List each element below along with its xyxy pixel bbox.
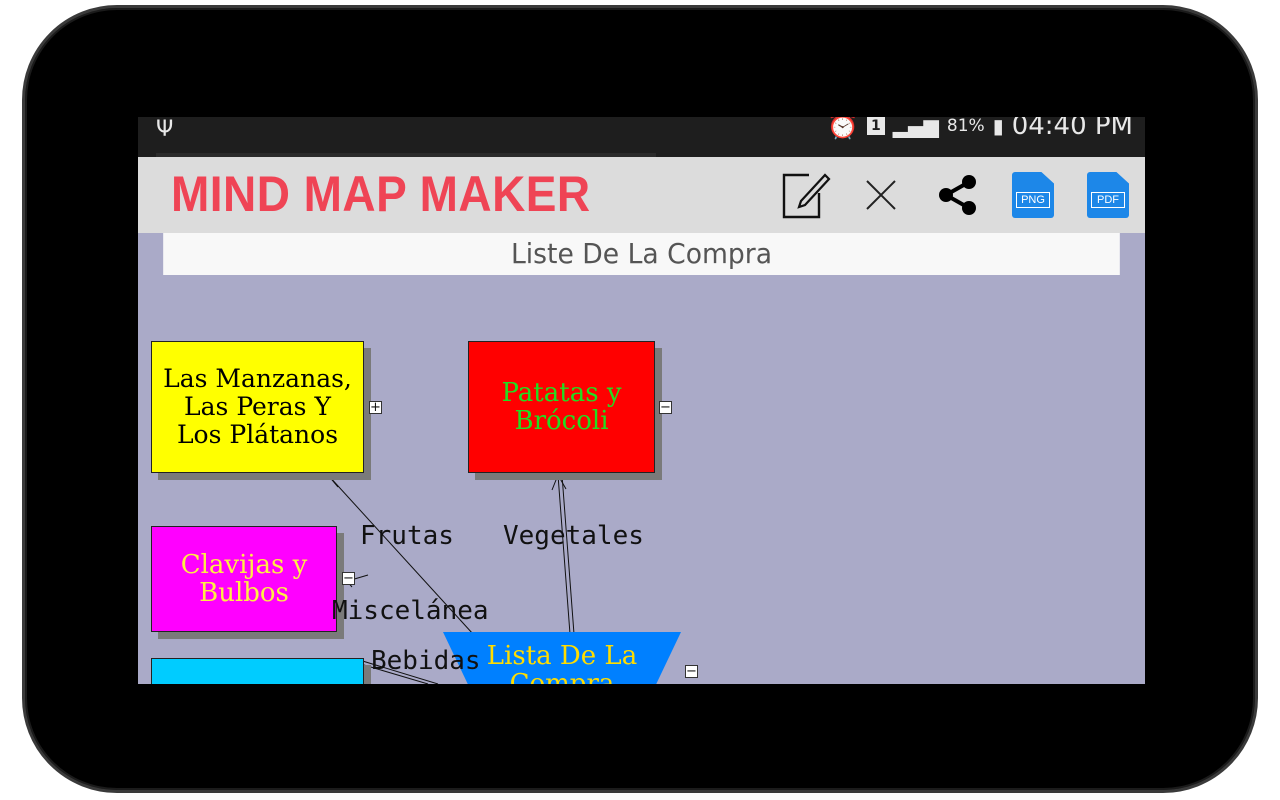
collapse-toggle-misc[interactable]: − [342, 572, 355, 585]
share-icon [939, 175, 976, 215]
png-file-icon: PNG [1012, 172, 1054, 218]
close-icon [866, 180, 896, 210]
app-toolbar: MIND MAP MAKER PNG PDF [138, 157, 1145, 233]
png-label: PNG [1016, 192, 1050, 208]
edge-label-miscelanea: Miscelánea [332, 596, 489, 626]
alarm-icon: ⏰ [826, 117, 859, 141]
battery-charging-icon: ▮ [992, 117, 1004, 138]
edit-button[interactable] [779, 169, 831, 221]
node-fruit[interactable]: Las Manzanas, Las Peras Y Los Plátanos [151, 341, 364, 473]
expand-toggle-fruit[interactable]: + [369, 401, 382, 414]
collapse-toggle-veg[interactable]: − [659, 401, 672, 414]
node-drinks[interactable] [151, 658, 364, 684]
export-pdf-button[interactable]: PDF [1082, 169, 1134, 221]
node-veg-text: Patatas y Brócoli [501, 378, 622, 436]
status-right: ⏰ 1 ▂▄▆ 81% ▮ 04:40 PM [827, 117, 1133, 141]
mindmap-canvas[interactable]: Las Manzanas, Las Peras Y Los Plátanos +… [138, 275, 1145, 684]
edge-label-bebidas: Bebidas [371, 646, 481, 676]
node-misc[interactable]: Clavijas y Bulbos [151, 526, 337, 632]
app-screen: Ψ ⏰ 1 ▂▄▆ 81% ▮ 04:40 PM MIND MAP MAKER [138, 117, 1145, 684]
clock: 04:40 PM [1011, 117, 1133, 141]
sim-icon: 1 [866, 117, 885, 135]
pdf-file-icon: PDF [1087, 172, 1129, 218]
connector-root-veg [557, 474, 575, 635]
document-title: Liste De La Compra [163, 233, 1120, 275]
app-title: MIND MAP MAKER [171, 166, 591, 222]
close-button[interactable] [855, 169, 907, 221]
signal-icon: ▂▄▆ [892, 117, 939, 138]
edge-label-frutas: Frutas [360, 521, 454, 551]
node-veg[interactable]: Patatas y Brócoli [468, 341, 655, 473]
pdf-label: PDF [1091, 192, 1125, 208]
status-bar: Ψ ⏰ 1 ▂▄▆ 81% ▮ 04:40 PM [138, 117, 1145, 159]
share-button[interactable] [932, 169, 984, 221]
collapse-toggle-root[interactable]: − [685, 665, 698, 678]
edit-icon [782, 173, 831, 219]
node-fruit-text: Las Manzanas, Las Peras Y Los Plátanos [163, 364, 352, 449]
export-png-button[interactable]: PNG [1007, 169, 1059, 221]
edge-label-vegetales: Vegetales [503, 521, 644, 551]
usb-icon: Ψ [156, 117, 174, 142]
node-misc-text: Clavijas y Bulbos [180, 550, 308, 608]
battery-percent: 81% [946, 117, 985, 136]
